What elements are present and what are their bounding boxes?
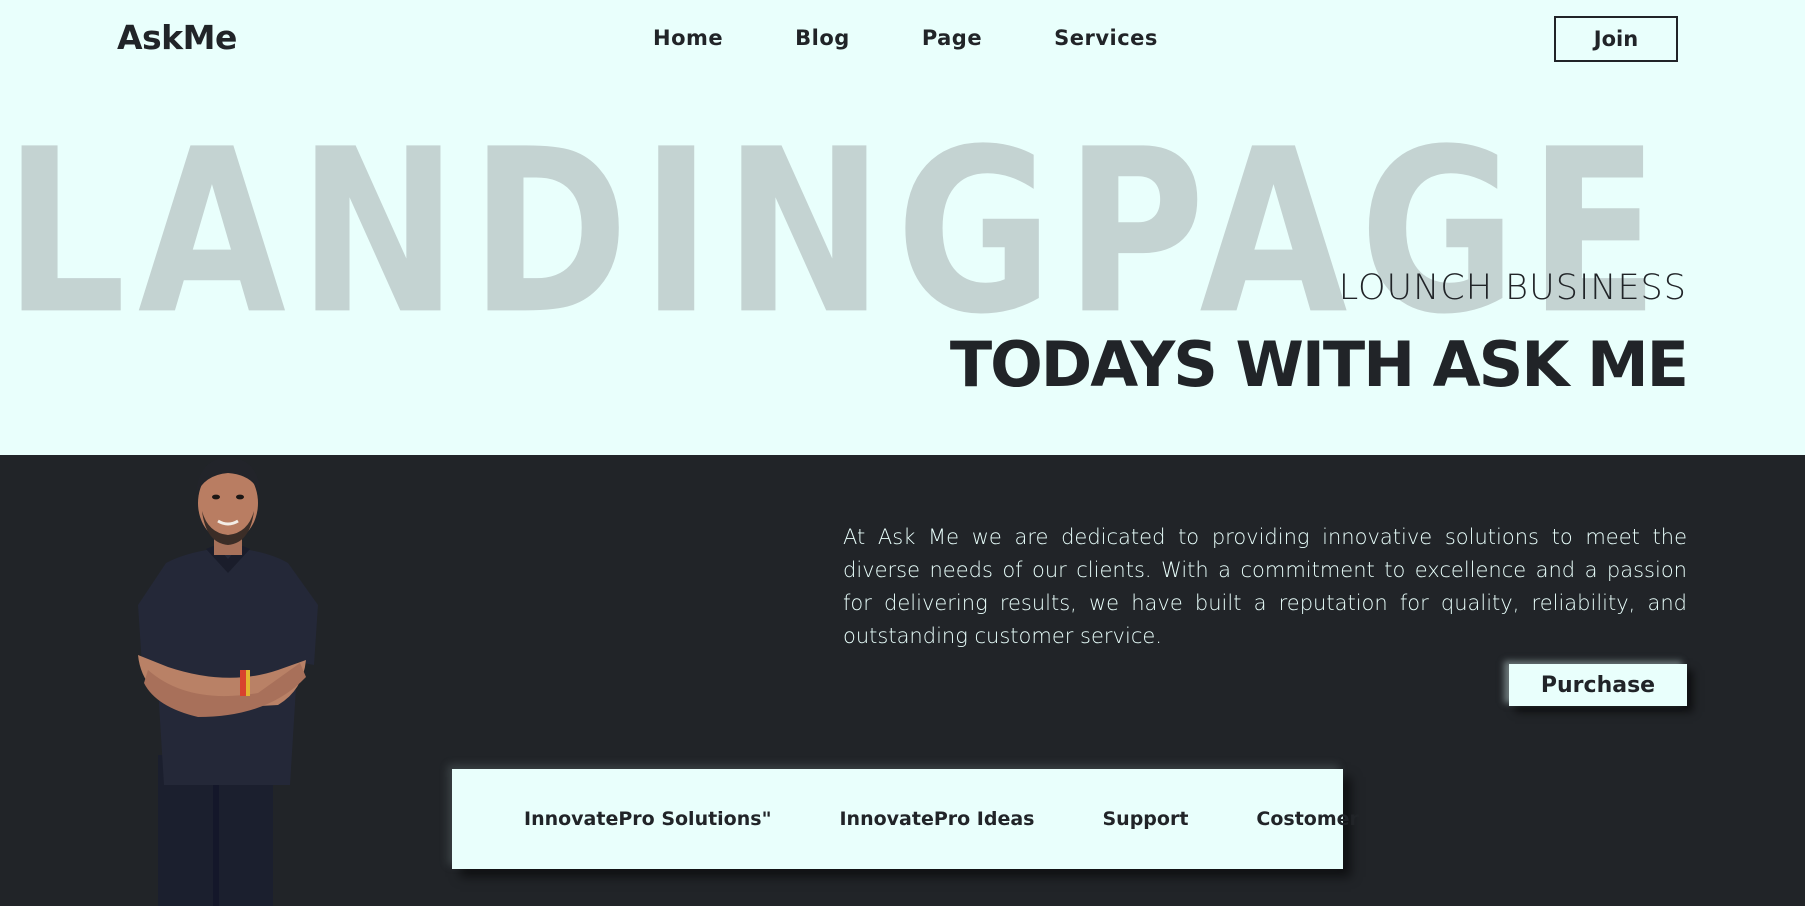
main-nav: Home Blog Page Services [653,26,1158,50]
nav-item-blog[interactable]: Blog [795,26,850,50]
feature-item-innovatepro-solutions[interactable]: InnovatePro Solutions" [524,808,771,830]
nav-item-page[interactable]: Page [922,26,982,50]
brand-logo[interactable]: AskMe [117,18,237,57]
hero-subtitle: LOUNCH BUSINESS [1338,268,1687,308]
purchase-button[interactable]: Purchase [1509,664,1687,706]
hero-section: AskMe Home Blog Page Services Join LANDI… [0,0,1805,455]
hero-title: TODAYS WITH ASK ME [949,328,1689,401]
feature-item-costomer[interactable]: Costomer [1256,808,1359,830]
feature-item-innovatepro-ideas[interactable]: InnovatePro Ideas [839,808,1034,830]
nav-item-services[interactable]: Services [1054,26,1158,50]
about-section: At Ask Me we are dedicated to providing … [0,455,1805,906]
feature-item-support[interactable]: Support [1103,808,1189,830]
hero-watermark: LANDINGPAGE [4,101,1672,365]
about-description: At Ask Me we are dedicated to providing … [843,525,1687,648]
nav-item-home[interactable]: Home [653,26,723,50]
feature-bar: InnovatePro Solutions" InnovatePro Ideas… [452,769,1359,869]
person-photo [138,457,318,906]
join-button[interactable]: Join [1554,16,1678,62]
